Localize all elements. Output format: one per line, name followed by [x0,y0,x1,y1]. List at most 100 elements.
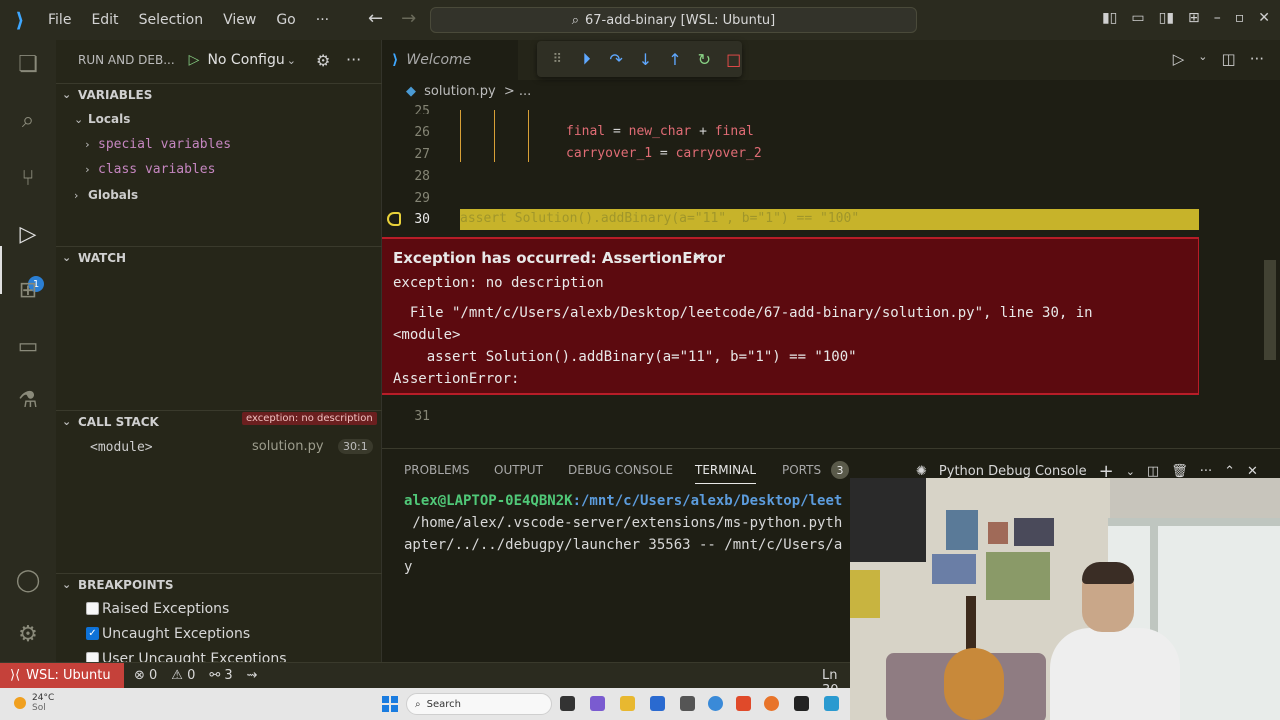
terminal-line[interactable]: /home/alex/.vscode-server/extensions/ms-… [404,515,842,531]
menu-edit[interactable]: Edit [91,12,118,28]
breadcrumb-more[interactable]: > ... [504,84,531,99]
restart-icon[interactable]: ↻ [696,50,712,69]
ports-status[interactable]: ⚯ 3 [209,668,232,683]
split-terminal-icon[interactable]: ◫ [1147,464,1159,479]
remote-indicator[interactable]: ⟩⟨ WSL: Ubuntu [0,662,124,689]
class-variables-node[interactable]: › class variables [84,158,215,180]
chevron-down-icon: ⌄ [62,251,72,264]
user-uncaught-checkbox[interactable] [86,652,99,662]
editor-scrollbar[interactable] [1264,260,1276,360]
webcam-poster [1014,518,1054,546]
problems-errors[interactable]: ⊗ 0 [134,668,157,683]
breadcrumb-file[interactable]: solution.py [424,84,496,99]
search-text: 67-add-binary [WSL: Ubuntu] [585,12,776,28]
stack-frame-row[interactable]: <module> [90,436,153,458]
terminal-line[interactable]: y [404,559,412,575]
tab-terminal[interactable]: TERMINAL [695,463,757,484]
task-view-icon[interactable] [560,696,575,711]
chevron-down-icon[interactable]: ⌄ [1126,465,1135,478]
launch-config-select[interactable]: No Configu [207,52,284,68]
history-nav: ← → [368,8,416,29]
windows-start-icon[interactable] [382,696,398,712]
more-actions-icon[interactable]: ··· [1250,50,1264,68]
raised-exceptions-checkbox[interactable] [86,602,99,615]
tab-debug-console[interactable]: DEBUG CONSOLE [568,463,673,477]
forward-arrow-icon[interactable]: → [401,8,416,29]
search-icon[interactable]: ⌕ [14,106,42,134]
close-window-icon[interactable]: ✕ [1258,10,1270,26]
close-panel-icon[interactable]: ✕ [1247,464,1258,479]
vscode-app-icon[interactable] [824,696,839,711]
back-arrow-icon[interactable]: ← [368,8,383,29]
firefox-icon[interactable] [764,696,779,711]
menu-go[interactable]: Go [276,12,295,28]
problems-warnings[interactable]: ⚠ 0 [171,668,195,683]
file-explorer-icon[interactable] [620,696,635,711]
maximize-panel-icon[interactable]: ⌃ [1224,464,1235,479]
tab-output[interactable]: OUTPUT [494,463,543,477]
terminal-line[interactable]: alex@LAPTOP-0E4QBN2K:/mnt/c/Users/alexb/… [404,493,842,509]
terminal-app-icon[interactable] [794,696,809,711]
globals-scope[interactable]: › Globals [74,184,138,206]
taskbar-search[interactable]: ⌕ Search [406,693,552,715]
terminal-line[interactable]: apter/../../debugpy/launcher 35563 -- /m… [404,537,842,553]
app-icon[interactable] [680,696,695,711]
explorer-icon[interactable]: ❏ [14,50,42,78]
customize-layout-icon[interactable]: ⊞ [1188,10,1200,26]
uncaught-exceptions-checkbox[interactable]: ✓ [86,627,99,640]
token: + [691,124,715,139]
continue-icon[interactable]: ⏵ [578,49,594,69]
minimize-icon[interactable]: – [1214,10,1221,26]
run-debug-icon[interactable]: ▷ [14,220,42,248]
maximize-icon[interactable]: ▫ [1235,10,1245,26]
brave-icon[interactable] [736,696,751,711]
open-launch-json-gear-icon[interactable]: ⚙ [316,51,330,70]
watch-section-header[interactable]: ⌄ WATCH [56,246,382,268]
special-variables-node[interactable]: › special variables [84,133,231,155]
menu-view[interactable]: View [223,12,256,28]
code-line-30[interactable]: assert Solution().addBinary(a="11", b="1… [460,211,1199,226]
chevron-down-icon[interactable]: ⌄ [1198,50,1207,68]
tab-problems[interactable]: PROBLEMS [404,463,470,477]
more-actions-icon[interactable]: ··· [346,50,361,69]
toggle-panel-icon[interactable]: ▭ [1131,10,1144,26]
toggle-sidebar-icon[interactable]: ▮▯ [1102,10,1117,26]
stop-icon[interactable]: □ [726,50,742,69]
code-line-26[interactable]: final = new_char + final [566,124,754,139]
step-into-icon[interactable]: ↓ [637,50,653,69]
drag-handle-icon[interactable]: ⠿ [549,52,565,67]
menu-file[interactable]: File [48,12,71,28]
source-control-icon[interactable]: ⑂ [14,164,42,192]
debug-status-icon[interactable]: ⇝ [247,668,258,683]
variables-section-header[interactable]: ⌄ VARIABLES [56,83,382,105]
testing-icon[interactable]: ⚗ [14,386,42,414]
step-over-icon[interactable]: ↷ [608,50,624,69]
search-icon: ⌕ [415,698,421,710]
settings-gear-icon[interactable]: ⚙ [14,620,42,648]
accounts-icon[interactable]: ◯ [14,566,42,594]
remote-explorer-icon[interactable]: ▭ [14,332,42,360]
command-center-search[interactable]: ⌕ 67-add-binary [WSL: Ubuntu] [430,7,917,33]
more-actions-icon[interactable]: ··· [1200,464,1212,479]
store-icon[interactable] [650,696,665,711]
edge-icon[interactable] [708,696,723,711]
menu-more[interactable]: ··· [316,12,329,28]
split-editor-icon[interactable]: ◫ [1222,50,1236,68]
close-icon[interactable]: × [692,247,705,266]
terminal-select[interactable]: Python Debug Console [939,464,1087,479]
code-line-27[interactable]: carryover_1 = carryover_2 [566,146,762,161]
tab-ports[interactable]: PORTS [782,463,821,477]
weather-widget[interactable]: 24°C Sol [14,693,54,713]
breakpoints-section-header[interactable]: ⌄ BREAKPOINTS [56,573,382,595]
menu-selection[interactable]: Selection [139,12,204,28]
locals-scope[interactable]: ⌄ Locals [74,108,130,130]
start-debugging-icon[interactable]: ▷ [189,52,200,68]
toggle-secondary-sidebar-icon[interactable]: ▯▮ [1159,10,1174,26]
tab-welcome[interactable]: ⟩ Welcome [382,40,518,80]
trash-icon[interactable]: 🗑 [1171,464,1188,479]
chevron-down-icon[interactable]: ⌄ [287,54,296,67]
run-file-icon[interactable]: ▷ [1173,50,1185,68]
step-out-icon[interactable]: ↑ [667,50,683,69]
teams-icon[interactable] [590,696,605,711]
extensions-icon[interactable]: ⊞ [14,276,42,304]
